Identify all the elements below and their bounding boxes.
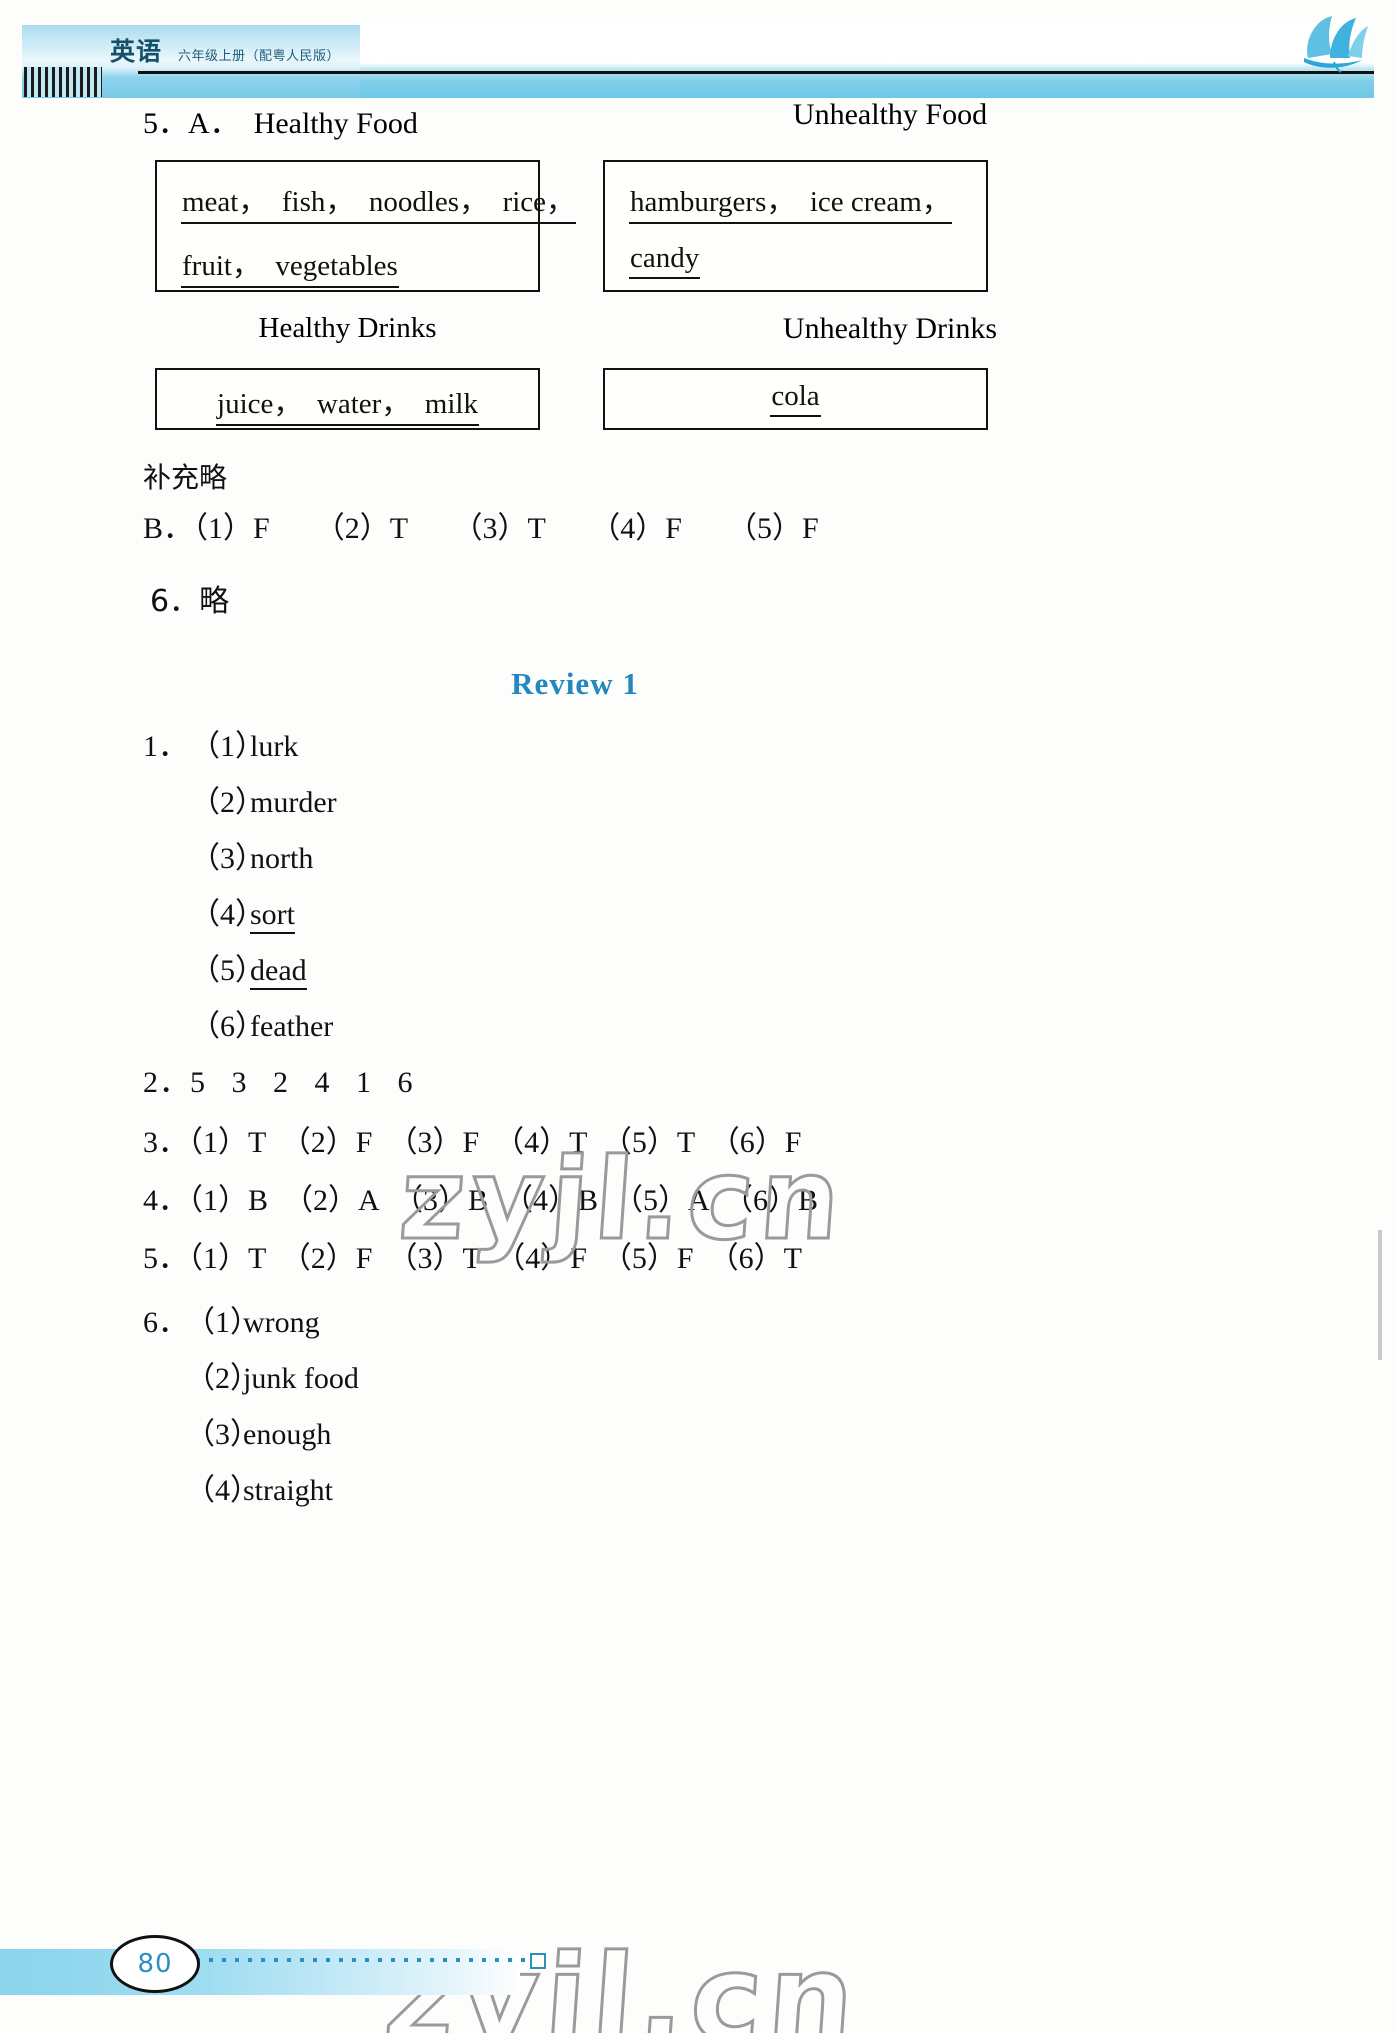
unhealthy-food-line-1: hamburgers， ice cream， xyxy=(629,178,952,224)
review-question-4: 4．（1）B （2）A （3）B （4）B （5）A （6）B xyxy=(143,1184,819,1217)
review-q1-item-text: murder xyxy=(250,786,337,819)
page-number: 80 xyxy=(137,1949,173,1979)
page-edge-mark xyxy=(1378,1230,1382,1360)
header-band-right xyxy=(360,25,1374,98)
unhealthy-food-box: hamburgers， ice cream， candy xyxy=(603,160,988,292)
footer-band xyxy=(0,1949,520,1995)
healthy-drinks-box: juice， water， milk xyxy=(155,368,540,430)
page-content: 5．A． Healthy Food Unhealthy Food meat， fi… xyxy=(0,98,1396,1530)
page-number-badge: 80 xyxy=(110,1935,200,1993)
review-q1-item-text: dead xyxy=(250,954,307,990)
review-question-5: 5．（1）T （2）F （3）T （4）F （5）F （6）T xyxy=(143,1242,802,1275)
food-columns-headings: 5．A． Healthy Food Unhealthy Food xyxy=(0,98,1396,152)
review-q6-item-text: straight xyxy=(243,1474,333,1507)
healthy-food-line-1: meat， fish， noodles， rice， xyxy=(181,178,577,224)
review-q1-item: （3） north xyxy=(0,842,1396,898)
review-q6-item-text: junk food xyxy=(243,1362,359,1395)
edition-label: 六年级上册（配粤人民版） xyxy=(178,49,341,64)
review-1-title: Review 1 xyxy=(511,666,639,701)
review-question-6: 6． （1） wrong （2） junk food （3） enough （4） straig… xyxy=(0,1306,1396,1530)
review-q1-item: 1． （1） lurk xyxy=(0,730,1396,786)
review-question-1: 1． （1） lurk （2） murder （3） north （4） sort （5） dead… xyxy=(0,730,1396,1066)
review-q6-number: 6． xyxy=(143,1306,188,1339)
review-q6-item: （4） straight xyxy=(0,1474,1396,1530)
review-q1-item-text: lurk xyxy=(250,730,299,763)
exercise-5a-heading: 5．A． Healthy Food xyxy=(143,107,418,140)
header-rule xyxy=(138,71,1374,74)
review-q1-item: （4） sort xyxy=(0,898,1396,954)
answer-key-page: 英语 六年级上册（配粤人民版） 5．A． Healthy Food Unhealt… xyxy=(0,0,1396,2033)
footer-square-icon xyxy=(530,1953,546,1969)
healthy-food-box: meat， fish， noodles， rice， fruit， vegeta… xyxy=(155,160,577,292)
review-q6-item: 6． （1） wrong xyxy=(0,1306,1396,1362)
review-q1-item: （2） murder xyxy=(0,786,1396,842)
healthy-drinks-heading: Healthy Drinks xyxy=(258,312,437,344)
unhealthy-food-line-2: candy xyxy=(629,242,701,279)
supplement-note: 补充略 xyxy=(143,461,228,494)
review-q1-number: 1． xyxy=(143,730,188,763)
header-tick-marks xyxy=(24,67,102,97)
unhealthy-drinks-line-1: cola xyxy=(770,380,821,417)
review-q6-item-text: wrong xyxy=(243,1306,320,1339)
exercise-5b-answers: B．（1）F （2）T （3）T （4）F （5）F xyxy=(143,512,819,545)
unhealthy-drinks-heading: Unhealthy Drinks xyxy=(782,312,998,345)
healthy-food-line-2: fruit， vegetables xyxy=(181,242,399,288)
review-q1-item: （6） feather xyxy=(0,1010,1396,1066)
unhealthy-drinks-box: cola xyxy=(603,368,988,430)
review-q6-item: （2） junk food xyxy=(0,1362,1396,1418)
leaf-bird-icon xyxy=(1304,16,1368,73)
review-question-2: 2．5 3 2 4 1 6 xyxy=(143,1066,414,1099)
drinks-columns-headings: Healthy Drinks Unhealthy Drinks xyxy=(0,312,1396,364)
review-q1-item: （5） dead xyxy=(0,954,1396,1010)
unhealthy-food-heading: Unhealthy Food xyxy=(792,98,988,131)
review-question-3: 3．（1）T （2）F （3）F （4）T （5）T （6）F xyxy=(143,1126,802,1159)
review-q1-item-text: north xyxy=(250,842,314,875)
review-q6-item: （3） enough xyxy=(0,1418,1396,1474)
review-q1-item-text: sort xyxy=(250,898,295,934)
exercise-6-answer: 6．略 xyxy=(150,584,230,619)
review-q6-item-text: enough xyxy=(243,1418,332,1451)
footer-dotted-rule xyxy=(196,1958,526,1962)
subject-title: 英语 xyxy=(110,37,163,66)
review-q1-item-text: feather xyxy=(250,1010,334,1043)
healthy-drinks-line-1: juice， water， milk xyxy=(216,380,479,426)
